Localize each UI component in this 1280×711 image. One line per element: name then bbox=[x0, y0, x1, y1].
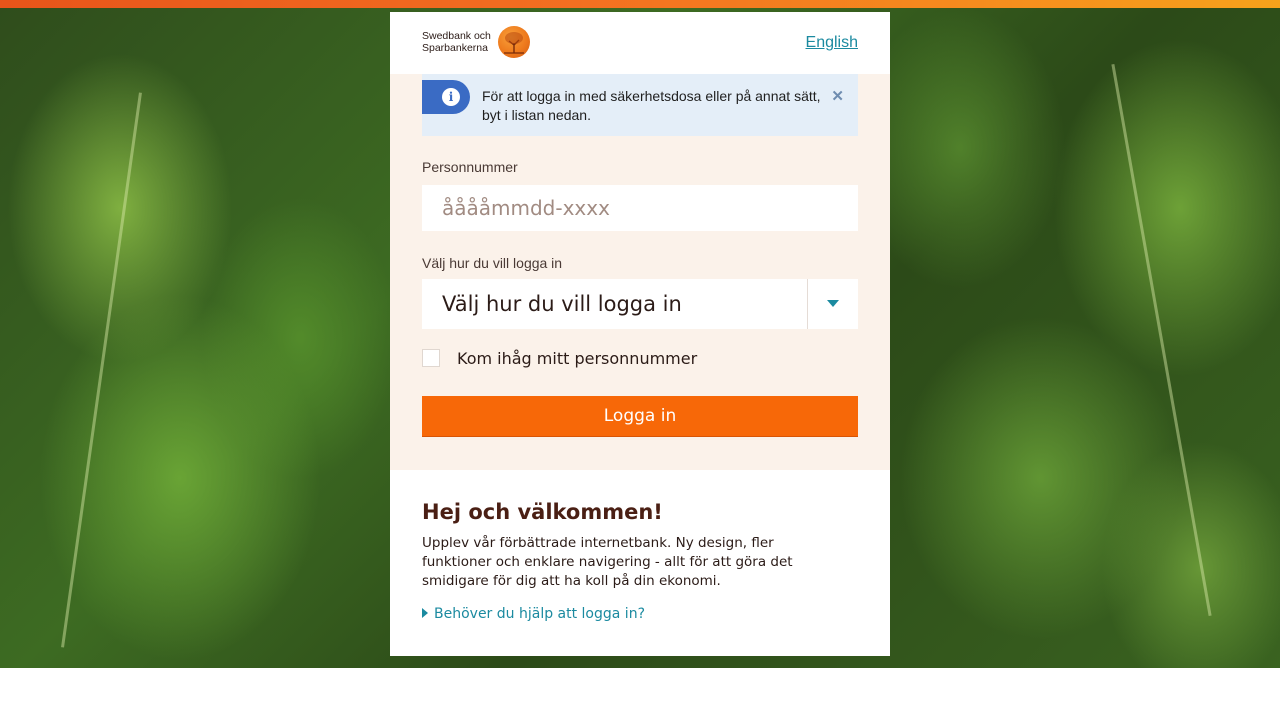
personnummer-label: Personnummer bbox=[422, 159, 518, 175]
card-header: Swedbank och Sparbankerna English bbox=[390, 12, 890, 74]
login-help-link[interactable]: Behöver du hjälp att logga in? bbox=[422, 606, 645, 622]
personnummer-input[interactable] bbox=[422, 185, 858, 231]
welcome-title: Hej och välkommen! bbox=[422, 500, 663, 524]
language-english-link[interactable]: English bbox=[806, 34, 858, 52]
close-icon[interactable]: ✕ bbox=[831, 87, 844, 105]
login-form: i För att logga in med säkerhetsdosa ell… bbox=[390, 74, 890, 470]
remember-personnummer-checkbox[interactable] bbox=[422, 349, 440, 367]
logo-line-1: Swedbank och bbox=[422, 30, 491, 42]
oak-tree-logo-icon bbox=[498, 26, 530, 58]
chevron-down-icon bbox=[827, 300, 839, 307]
select-divider bbox=[807, 279, 808, 329]
info-text: För att logga in med säkerhetsdosa eller… bbox=[482, 88, 821, 123]
info-icon: i bbox=[442, 88, 460, 106]
login-method-label: Välj hur du vill logga in bbox=[422, 255, 563, 271]
login-help-link-label: Behöver du hjälp att logga in? bbox=[434, 606, 645, 622]
top-accent-stripe bbox=[0, 0, 1280, 8]
login-button[interactable]: Logga in bbox=[422, 396, 858, 437]
info-tab: i bbox=[422, 80, 470, 114]
remember-personnummer-label[interactable]: Kom ihåg mitt personnummer bbox=[457, 349, 697, 368]
caret-right-icon bbox=[422, 608, 428, 618]
login-card: Swedbank och Sparbankerna English i För … bbox=[390, 12, 890, 656]
login-method-selected-value: Välj hur du vill logga in bbox=[442, 292, 682, 316]
logo-line-2: Sparbankerna bbox=[422, 42, 488, 54]
login-method-select[interactable]: Välj hur du vill logga in bbox=[422, 279, 858, 329]
brand-logo-text: Swedbank och Sparbankerna bbox=[422, 30, 497, 54]
info-banner: i För att logga in med säkerhetsdosa ell… bbox=[422, 74, 858, 136]
welcome-text: Upplev vår förbättrade internetbank. Ny … bbox=[422, 535, 793, 589]
